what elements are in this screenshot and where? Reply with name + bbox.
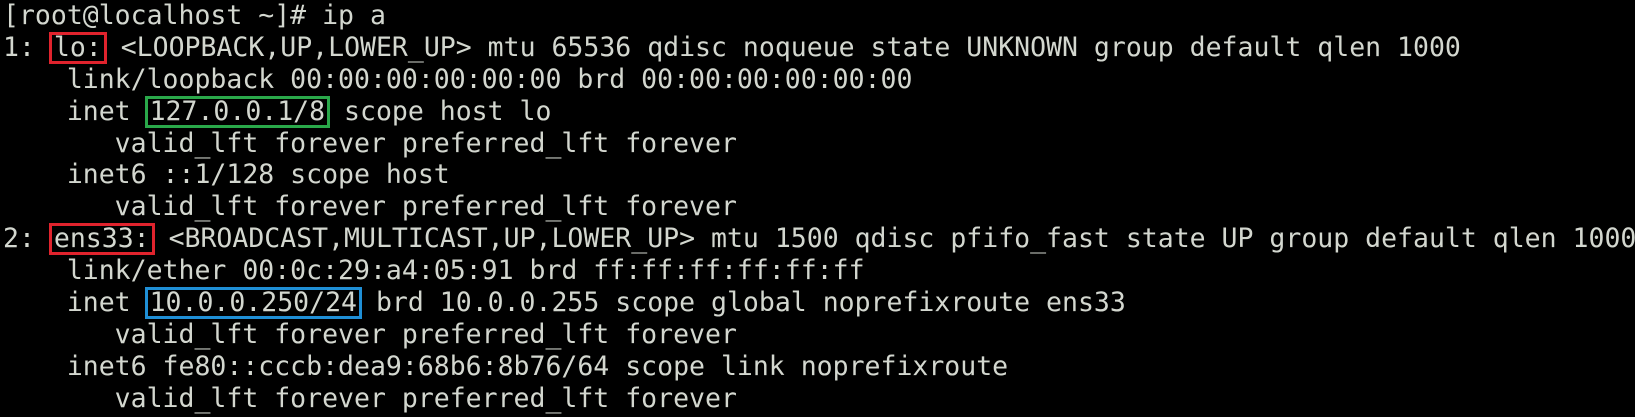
inet-scope: scope host lo	[328, 95, 552, 127]
interface-name-highlight-ens33: ens33:	[48, 223, 155, 256]
interface-index: 1:	[3, 31, 51, 63]
interface-header-ens33: 2: ens33: <BROADCAST,MULTICAST,UP,LOWER_…	[3, 223, 1635, 256]
command-text: ip a	[322, 0, 386, 31]
interface-flags: <BROADCAST,MULTICAST,UP,LOWER_UP> mtu 15…	[152, 223, 1635, 255]
terminal-output[interactable]: [root@localhost ~]# ip a 1: lo: <LOOPBAC…	[0, 0, 1635, 417]
inet-valid-line-ens33: valid_lft forever preferred_lft forever	[3, 318, 737, 350]
inet-label: inet	[3, 95, 147, 127]
interface-index: 2:	[3, 223, 51, 255]
inet6-valid-line-ens33: valid_lft forever preferred_lft forever	[3, 382, 737, 414]
inet-label: inet	[3, 287, 147, 319]
inet6-valid-line-lo: valid_lft forever preferred_lft forever	[3, 191, 737, 223]
interface-name-highlight-lo: lo:	[48, 31, 107, 64]
link-line-lo: link/loopback 00:00:00:00:00:00 brd 00:0…	[3, 63, 913, 95]
link-line-ens33: link/ether 00:0c:29:a4:05:91 brd ff:ff:f…	[3, 255, 865, 287]
inet-address-highlight-ens33: 10.0.0.250/24	[144, 287, 363, 320]
inet-scope: brd 10.0.0.255 scope global noprefixrout…	[360, 287, 1126, 319]
inet-valid-line-lo: valid_lft forever preferred_lft forever	[3, 127, 737, 159]
interface-flags: <LOOPBACK,UP,LOWER_UP> mtu 65536 qdisc n…	[104, 31, 1461, 63]
interface-header-lo: 1: lo: <LOOPBACK,UP,LOWER_UP> mtu 65536 …	[3, 31, 1635, 64]
inet-line-lo: inet 127.0.0.1/8 scope host lo	[3, 95, 1635, 128]
inet6-line-ens33: inet6 fe80::cccb:dea9:68b6:8b76/64 scope…	[3, 350, 1009, 382]
inet-address-highlight-lo: 127.0.0.1/8	[144, 95, 331, 128]
inet6-line-lo: inet6 ::1/128 scope host	[3, 159, 450, 191]
shell-prompt: [root@localhost ~]#	[3, 0, 323, 31]
inet-line-ens33: inet 10.0.0.250/24 brd 10.0.0.255 scope …	[3, 287, 1635, 320]
prompt-line: [root@localhost ~]# ip a	[3, 0, 1635, 32]
